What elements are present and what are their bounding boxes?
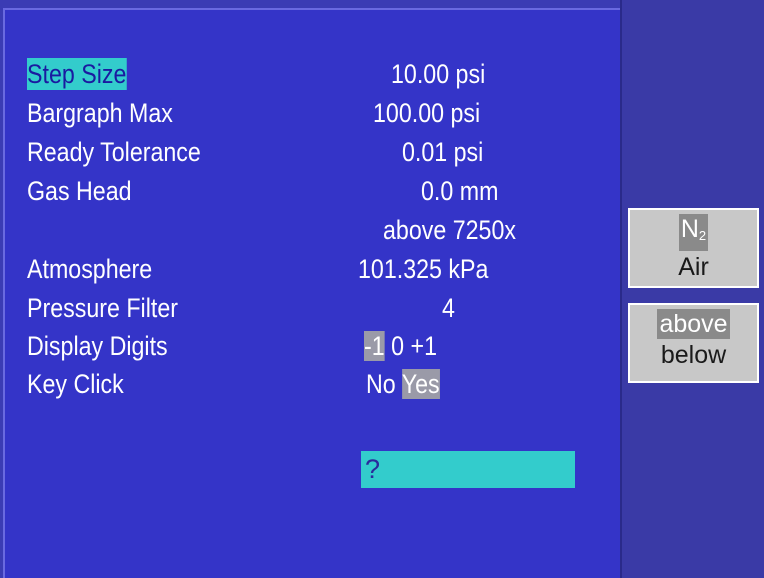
menu-item-gas-head[interactable]: Gas Head bbox=[27, 175, 132, 207]
instrument-screen: Step Size Bargraph Max Ready Tolerance G… bbox=[0, 0, 764, 578]
menu-item-pressure-filter[interactable]: Pressure Filter bbox=[27, 292, 178, 324]
gas-head-value: 0.0 mm bbox=[421, 176, 499, 206]
menu-item-step-size[interactable]: Step Size bbox=[27, 58, 127, 90]
gas-option-air: Air bbox=[678, 253, 709, 281]
display-digits-options: -1 0 +1 bbox=[364, 330, 437, 362]
gas-head-reference-value: above 7250x bbox=[383, 215, 516, 245]
menu-item-display-digits[interactable]: Display Digits bbox=[27, 330, 168, 362]
ready-tolerance-value: 0.01 psi bbox=[402, 137, 484, 167]
gas-type-softkey[interactable]: N2 Air bbox=[628, 208, 759, 288]
menu-item-key-click[interactable]: Key Click bbox=[27, 368, 124, 400]
menu-item-bargraph-max[interactable]: Bargraph Max bbox=[27, 97, 173, 129]
bargraph-max-value: 100.00 psi bbox=[373, 98, 481, 128]
key-click-option-no[interactable]: No bbox=[366, 369, 396, 399]
gas-option-n2: N2 bbox=[678, 214, 709, 251]
menu-item-atmosphere[interactable]: Atmosphere bbox=[27, 253, 152, 285]
atmosphere-value: 101.325 kPa bbox=[358, 254, 489, 284]
display-digits-option-plus1[interactable]: +1 bbox=[411, 331, 437, 361]
softkey-panel bbox=[622, 0, 764, 578]
display-digits-option-0[interactable]: 0 bbox=[391, 331, 404, 361]
menu-item-ready-tolerance[interactable]: Ready Tolerance bbox=[27, 136, 201, 168]
key-click-options: No Yes bbox=[366, 368, 440, 400]
position-option-below: below bbox=[660, 341, 727, 369]
pressure-filter-value: 4 bbox=[442, 293, 455, 323]
position-option-above: above bbox=[657, 309, 730, 339]
head-position-softkey[interactable]: above below bbox=[628, 303, 759, 383]
step-size-value: 10.00 psi bbox=[391, 59, 486, 89]
key-click-option-yes[interactable]: Yes bbox=[401, 369, 440, 399]
display-digits-option-minus1[interactable]: -1 bbox=[364, 331, 385, 361]
value-input-field[interactable]: ? bbox=[361, 451, 575, 488]
